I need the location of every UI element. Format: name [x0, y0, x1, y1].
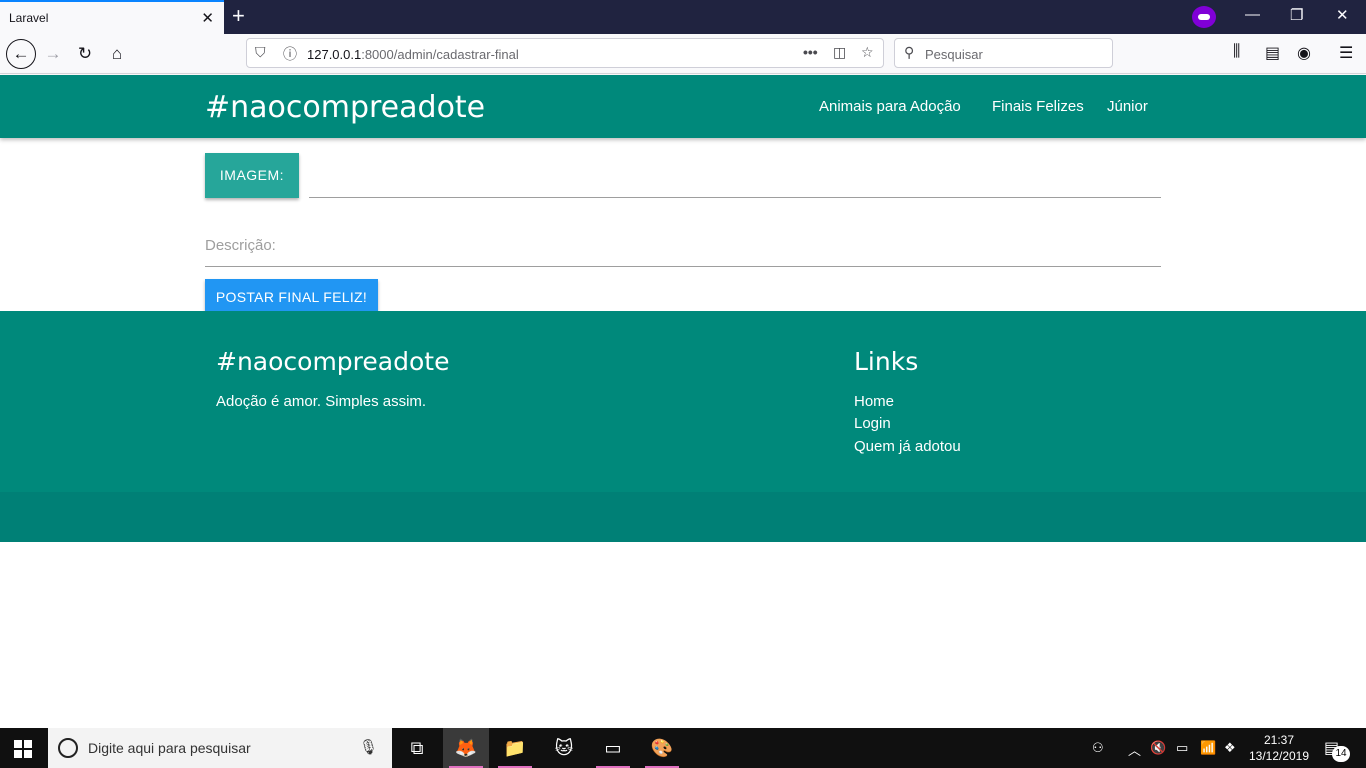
url-bar[interactable]: ⛉ ⓘ 127.0.0.1:8000/admin/cadastrar-final…: [246, 38, 884, 68]
browser-tab-strip: Laravel ✕ + — ❐ ✕: [0, 0, 1366, 34]
sidebar-icon[interactable]: ▤: [1265, 43, 1280, 63]
terminal-icon[interactable]: ▭: [590, 728, 636, 768]
github-desktop-icon[interactable]: 🐱: [541, 728, 587, 768]
site-header: #naocompreadote Animais para Adoção Fina…: [0, 75, 1366, 138]
home-icon[interactable]: ⌂: [104, 41, 130, 67]
footer-link-login[interactable]: Login: [854, 415, 891, 432]
search-icon: ⚲: [904, 44, 915, 60]
minimize-icon[interactable]: —: [1245, 6, 1260, 23]
page-actions-icon[interactable]: •••: [803, 44, 818, 60]
microphone-icon[interactable]: 🎙: [359, 738, 378, 756]
task-view-icon[interactable]: ⧉: [394, 728, 440, 768]
footer-links-title: Links: [854, 347, 919, 376]
account-icon[interactable]: ◉: [1297, 43, 1311, 63]
people-icon[interactable]: ⚇: [1092, 740, 1104, 756]
site-brand[interactable]: #naocompreadote: [205, 90, 485, 125]
url-text[interactable]: 127.0.0.1:8000/admin/cadastrar-final: [307, 47, 519, 62]
windows-start-icon[interactable]: [14, 740, 32, 758]
tab-title: Laravel: [9, 11, 49, 25]
search-placeholder: Pesquisar: [925, 47, 983, 62]
bookmark-star-icon[interactable]: ☆: [861, 44, 874, 61]
footer-link-quem-ja-adotou[interactable]: Quem já adotou: [854, 438, 961, 455]
dropbox-icon[interactable]: ❖: [1224, 740, 1236, 756]
reload-icon[interactable]: ↻: [72, 41, 98, 67]
description-input[interactable]: [205, 266, 1161, 267]
firefox-icon[interactable]: 🦊: [443, 728, 489, 768]
forward-icon[interactable]: →: [40, 41, 66, 67]
private-browsing-icon: [1192, 6, 1216, 28]
clock[interactable]: 21:37 13/12/2019: [1244, 732, 1314, 764]
nav-animais-para-adocao[interactable]: Animais para Adoção: [819, 98, 961, 115]
browser-toolbar: ← → ↻ ⌂ ⛉ ⓘ 127.0.0.1:8000/admin/cadastr…: [0, 34, 1366, 74]
taskbar: Digite aqui para pesquisar 🎙 ⧉ 🦊 📁 🐱 ▭ 🎨…: [0, 728, 1366, 768]
network-icon[interactable]: 📶: [1200, 740, 1216, 756]
image-upload-button[interactable]: IMAGEM:: [205, 153, 299, 198]
search-bar[interactable]: ⚲ Pesquisar: [894, 38, 1113, 68]
close-tab-icon[interactable]: ✕: [201, 9, 214, 27]
close-window-icon[interactable]: ✕: [1336, 6, 1349, 24]
library-icon[interactable]: ⫼: [1233, 43, 1240, 61]
info-icon[interactable]: ⓘ: [283, 44, 297, 64]
back-icon[interactable]: ←: [6, 39, 36, 69]
cortana-icon: [58, 738, 78, 758]
notification-count-badge: 14: [1332, 746, 1350, 762]
footer-link-home[interactable]: Home: [854, 393, 894, 410]
restore-icon[interactable]: ❐: [1290, 6, 1303, 24]
footer-title: #naocompreadote: [216, 347, 450, 376]
file-path-input[interactable]: [309, 197, 1161, 198]
shield-icon[interactable]: ⛉: [255, 44, 266, 61]
clock-date: 13/12/2019: [1248, 749, 1310, 763]
footer-tagline: Adoção é amor. Simples assim.: [216, 393, 427, 410]
description-field-label: Descrição:: [205, 237, 276, 254]
battery-icon[interactable]: ▭: [1176, 740, 1188, 756]
url-path: :8000/admin/cadastrar-final: [361, 47, 519, 62]
nav-finais-felizes[interactable]: Finais Felizes: [992, 98, 1084, 115]
volume-muted-icon[interactable]: 🔇: [1150, 740, 1166, 756]
browser-tab[interactable]: Laravel ✕: [0, 0, 224, 34]
paint-icon[interactable]: 🎨: [639, 728, 685, 768]
pocket-icon[interactable]: ◫: [833, 44, 846, 61]
nav-junior[interactable]: Júnior: [1107, 98, 1148, 115]
footer-copyright-bar: [0, 492, 1366, 542]
menu-icon[interactable]: ☰: [1339, 43, 1353, 63]
submit-button[interactable]: POSTAR FINAL FELIZ!: [205, 279, 378, 315]
clock-time: 21:37: [1263, 733, 1295, 747]
site-footer: #naocompreadote Adoção é amor. Simples a…: [0, 311, 1366, 542]
taskbar-search[interactable]: Digite aqui para pesquisar 🎙: [48, 728, 392, 768]
file-explorer-icon[interactable]: 📁: [492, 728, 538, 768]
show-hidden-icons-icon[interactable]: ︿: [1128, 740, 1141, 759]
url-host: 127.0.0.1: [307, 47, 362, 62]
new-tab-icon[interactable]: +: [232, 3, 245, 29]
taskbar-search-placeholder: Digite aqui para pesquisar: [88, 740, 251, 756]
